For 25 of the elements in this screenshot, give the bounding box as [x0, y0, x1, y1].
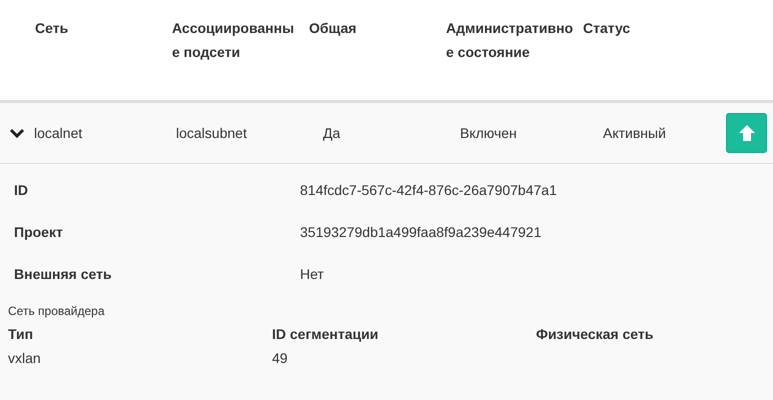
table-cell-text: Активный [602, 125, 667, 141]
table-cell-text: localsubnet [175, 125, 248, 141]
action-button[interactable] [726, 113, 767, 153]
field-label: ID сегментации [272, 325, 380, 344]
column-header: Статус [583, 19, 632, 38]
column-header: Сеть [35, 19, 70, 38]
field-label: Внешняя сеть [14, 265, 113, 284]
chevron-icon[interactable] [9, 127, 25, 139]
network-name-link[interactable]: localnet [34, 125, 171, 141]
field-value: 814fcdc7-567c-42f4-876c-26a7907b47a1 [300, 181, 558, 200]
field-label: ID [14, 181, 29, 200]
field-value: Нет [300, 265, 325, 284]
column-header: Ассоциированные подсети [172, 19, 296, 62]
column-header: Административное состояние [446, 19, 574, 62]
field-value: 49 [272, 349, 289, 368]
field-value: 35193279db1a499faa8f9a239e447921 [300, 223, 542, 242]
field-label: Проект [14, 223, 64, 242]
field-value: vxlan [8, 349, 42, 368]
table-cell-text: Да [322, 125, 342, 141]
table-cell-text: Включен [459, 125, 518, 141]
section-title: Сеть провайдера [8, 304, 106, 318]
arrow-up-icon [738, 124, 756, 142]
field-label: Тип [8, 325, 34, 344]
column-header: Общая [309, 19, 358, 38]
field-label: Физическая сеть [536, 325, 654, 344]
